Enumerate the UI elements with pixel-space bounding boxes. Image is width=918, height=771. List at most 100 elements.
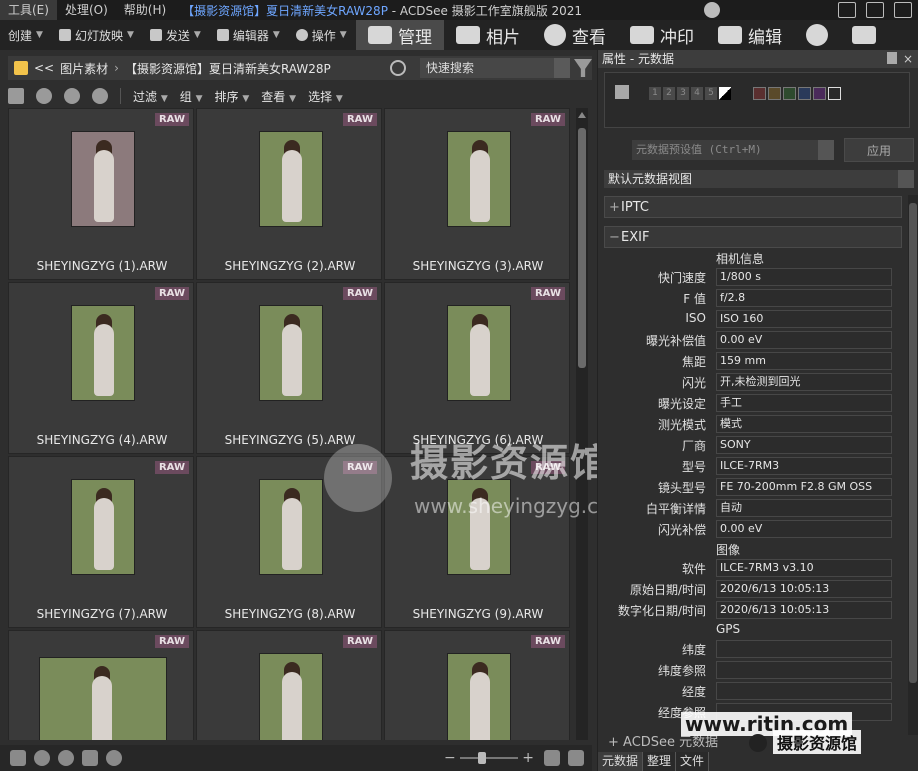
thumbnail-item[interactable]: RAW: [196, 630, 382, 740]
zoom-in-icon[interactable]: +: [522, 750, 534, 766]
thumbnail-item[interactable]: RAW SHEYINGZYG (5).ARW: [196, 282, 382, 454]
color-label-none[interactable]: [828, 87, 841, 100]
sort-menu[interactable]: 排序 ▼: [215, 88, 250, 105]
zoom-knob[interactable]: [477, 752, 486, 764]
field-value[interactable]: 手工: [716, 394, 892, 412]
field-value[interactable]: FE 70-200mm F2.8 GM OSS: [716, 478, 892, 496]
image-view-icon[interactable]: [544, 750, 560, 766]
field-value[interactable]: 1/800 s: [716, 268, 892, 286]
thumbnail-item[interactable]: RAW SHEYINGZYG (1).ARW: [8, 108, 194, 280]
thumbnail-item[interactable]: RAW SHEYINGZYG (3).ARW: [384, 108, 570, 280]
chevron-down-icon[interactable]: [818, 140, 834, 160]
tag-checkbox[interactable]: [615, 85, 629, 99]
rating-1-button[interactable]: 1: [649, 87, 661, 100]
search-dropdown-button[interactable]: [554, 58, 570, 78]
thumbnail-item[interactable]: RAW SHEYINGZYG (9).ARW: [384, 456, 570, 628]
panel-scrollbar-thumb[interactable]: [909, 203, 917, 683]
thumbnail-item[interactable]: RAW SHEYINGZYG (8).ARW: [196, 456, 382, 628]
tab-manage[interactable]: 管理: [356, 20, 444, 50]
tab-develop[interactable]: 冲印: [618, 20, 706, 50]
metadata-view-select[interactable]: 默认元数据视图: [604, 170, 914, 188]
metadata-preset-select[interactable]: 元数据预设值 (Ctrl+M): [632, 140, 834, 160]
field-value[interactable]: ILCE-7RM3: [716, 457, 892, 475]
thumbnail-item[interactable]: RAW SHEYINGZYG (6).ARW: [384, 282, 570, 454]
color-label-red[interactable]: [753, 87, 766, 100]
thumbnail-item[interactable]: RAW: [384, 630, 570, 740]
menu-tools[interactable]: 工具(E): [0, 0, 57, 20]
up-icon[interactable]: [92, 88, 108, 104]
apply-button[interactable]: 应用: [844, 138, 914, 162]
home-icon[interactable]: [8, 88, 24, 104]
rating-4-button[interactable]: 4: [691, 87, 703, 100]
chevron-down-icon[interactable]: [898, 170, 914, 188]
back-icon[interactable]: [36, 88, 52, 104]
view-menu[interactable]: 查看 ▼: [261, 88, 296, 105]
field-value[interactable]: 开,未检测到回光: [716, 373, 892, 391]
field-value[interactable]: [716, 682, 892, 700]
exif-section-header[interactable]: −EXIF: [604, 226, 902, 248]
tab-edit[interactable]: 编辑: [706, 20, 794, 50]
pin-icon[interactable]: [887, 52, 897, 64]
iptc-section-header[interactable]: +IPTC: [604, 196, 902, 218]
field-value[interactable]: [716, 640, 892, 658]
field-value[interactable]: 0.00 eV: [716, 520, 892, 538]
filter-icon[interactable]: [574, 59, 592, 77]
tab-365[interactable]: [794, 20, 840, 50]
filter-menu[interactable]: 过滤 ▼: [133, 88, 168, 105]
color-label-green[interactable]: [783, 87, 796, 100]
slideshow-button[interactable]: 幻灯放映 ▼: [51, 20, 142, 50]
thumbnail-item[interactable]: RAW: [8, 630, 194, 740]
acdsee-metadata-section-header[interactable]: + ACDSee 元数据: [604, 734, 902, 752]
select-menu[interactable]: 选择 ▼: [308, 88, 343, 105]
zoom-track[interactable]: [459, 752, 519, 764]
clear-rating-icon[interactable]: [719, 87, 731, 100]
rating-2-button[interactable]: 2: [663, 87, 675, 100]
thumbnail-item[interactable]: RAW SHEYINGZYG (4).ARW: [8, 282, 194, 454]
rating-3-button[interactable]: 3: [677, 87, 689, 100]
refresh-icon[interactable]: [390, 60, 406, 76]
field-value[interactable]: 2020/6/13 10:05:13: [716, 580, 892, 598]
scrollbar-thumb[interactable]: [578, 128, 586, 368]
rating-5-button[interactable]: 5: [705, 87, 717, 100]
field-value[interactable]: ILCE-7RM3 v3.10: [716, 559, 892, 577]
tab-organize[interactable]: 整理: [643, 752, 677, 771]
tab-metadata[interactable]: 元数据: [598, 752, 644, 771]
color-label-yellow[interactable]: [768, 87, 781, 100]
rotate-left-icon[interactable]: [34, 750, 50, 766]
rotate-right-icon[interactable]: [58, 750, 74, 766]
thumbnail-size-slider[interactable]: − +: [444, 750, 534, 766]
user-account-icon[interactable]: [704, 2, 720, 18]
stop-icon[interactable]: [82, 750, 98, 766]
next-icon[interactable]: [106, 750, 122, 766]
field-value[interactable]: [716, 703, 892, 721]
field-value[interactable]: ISO 160: [716, 310, 892, 328]
quick-search-input[interactable]: 快速搜索: [420, 58, 570, 78]
field-value[interactable]: f/2.8: [716, 289, 892, 307]
tab-dashboard[interactable]: [840, 20, 888, 50]
forward-icon[interactable]: [64, 88, 80, 104]
field-value[interactable]: 159 mm: [716, 352, 892, 370]
thumbnail-item[interactable]: RAW SHEYINGZYG (2).ARW: [196, 108, 382, 280]
field-value[interactable]: 2020/6/13 10:05:13: [716, 601, 892, 619]
maximize-button[interactable]: [866, 2, 884, 18]
path-crumb-1[interactable]: 图片素材: [60, 60, 108, 77]
path-crumb-2[interactable]: 【摄影资源馆】夏日清新美女RAW28P: [125, 60, 331, 77]
send-button[interactable]: 发送 ▼: [142, 20, 209, 50]
menu-process[interactable]: 处理(O): [57, 0, 116, 20]
color-label-purple[interactable]: [813, 87, 826, 100]
close-icon[interactable]: ×: [903, 50, 913, 68]
menu-help[interactable]: 帮助(H): [116, 0, 174, 20]
details-view-icon[interactable]: [568, 750, 584, 766]
color-label-blue[interactable]: [798, 87, 811, 100]
tab-file[interactable]: 文件: [676, 752, 710, 771]
editor-button[interactable]: 编辑器 ▼: [209, 20, 288, 50]
scroll-up-icon[interactable]: [578, 112, 586, 118]
group-menu[interactable]: 组 ▼: [180, 88, 203, 105]
field-value[interactable]: 0.00 eV: [716, 331, 892, 349]
tab-photos[interactable]: 相片: [444, 20, 532, 50]
field-value[interactable]: [716, 661, 892, 679]
actions-button[interactable]: 操作 ▼: [288, 20, 355, 50]
panel-scrollbar[interactable]: [908, 195, 918, 735]
path-back[interactable]: <<: [34, 61, 54, 75]
create-button[interactable]: 创建 ▼: [0, 20, 51, 50]
